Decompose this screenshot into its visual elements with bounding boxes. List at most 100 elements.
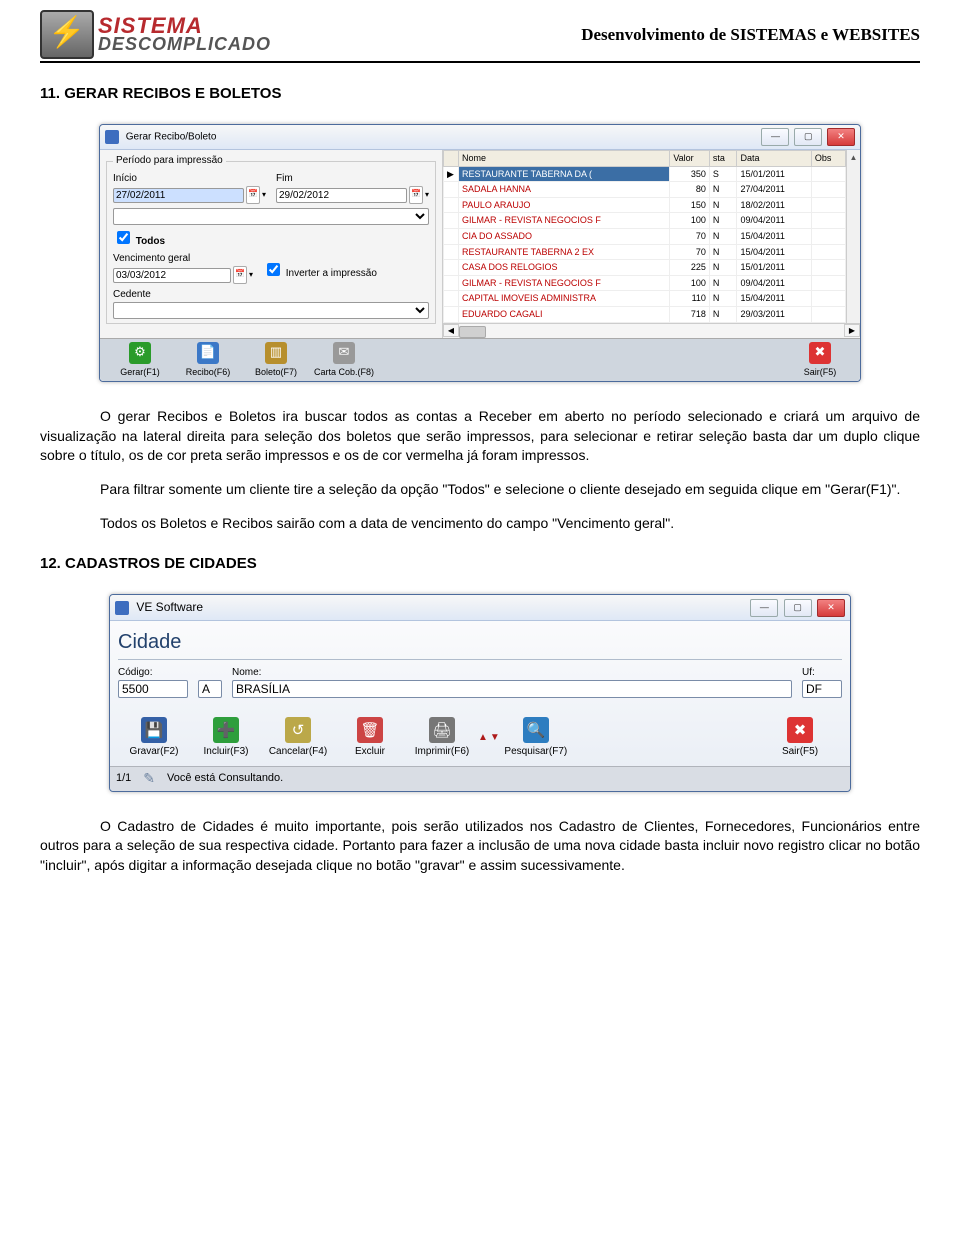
- close-icon: ✖: [787, 717, 813, 743]
- toolbar: ⚙Gerar(F1) 📄Recibo(F6) ▥Boleto(F7) ✉Cart…: [100, 338, 860, 382]
- venc-input[interactable]: [113, 268, 231, 283]
- maximize-button[interactable]: ▢: [794, 128, 822, 146]
- paragraph-1: O gerar Recibos e Boletos ira buscar tod…: [40, 407, 920, 466]
- paragraph-3: Todos os Boletos e Recibos sairão com a …: [40, 514, 920, 534]
- logo-bolt-icon: ⚡: [40, 10, 94, 59]
- inverter-checkbox[interactable]: [267, 263, 280, 276]
- table-row[interactable]: RESTAURANTE TABERNA 2 EX70N15/04/2011: [444, 244, 846, 260]
- delete-icon: 🗑: [357, 717, 383, 743]
- table-row[interactable]: CIA DO ASSADO70N15/04/2011: [444, 228, 846, 244]
- paragraph-2: Para filtrar somente um cliente tire a s…: [40, 480, 920, 500]
- column-header[interactable]: Valor: [670, 151, 710, 167]
- close-button[interactable]: ✕: [827, 128, 855, 146]
- close-icon: ✖: [809, 342, 831, 364]
- hscroll-thumb[interactable]: [459, 326, 486, 338]
- status-position: 1/1: [116, 771, 131, 786]
- add-icon: ➕: [213, 717, 239, 743]
- column-header[interactable]: Obs: [811, 151, 845, 167]
- excluir-button[interactable]: 🗑Excluir: [334, 713, 406, 759]
- cancel-icon: ↺: [285, 717, 311, 743]
- fim-input[interactable]: [276, 188, 407, 203]
- logo: ⚡ SISTEMA DESCOMPLICADO: [40, 10, 271, 59]
- window-gerar-recibo: Gerar Recibo/Boleto — ▢ ✕ Período para i…: [99, 124, 861, 382]
- gravar-button[interactable]: 💾Gravar(F2): [118, 713, 190, 759]
- app-icon: [115, 601, 129, 615]
- fim-dropdown-icon[interactable]: ▾: [425, 189, 429, 200]
- table-row[interactable]: PAULO ARAUJO150N18/02/2011: [444, 197, 846, 213]
- column-header[interactable]: sta: [709, 151, 737, 167]
- table-row[interactable]: SADALA HANNA80N27/04/2011: [444, 182, 846, 198]
- window-title: Gerar Recibo/Boleto: [126, 131, 217, 142]
- venc-calendar-icon[interactable]: 📅: [233, 266, 247, 284]
- recibo-button[interactable]: 📄Recibo(F6): [174, 342, 242, 379]
- todos-checkbox[interactable]: [117, 231, 130, 244]
- uf-input[interactable]: [802, 680, 842, 698]
- periodo-group: Período para impressão Início 📅 ▾ Fim: [106, 154, 436, 324]
- header-tagline: Desenvolvimento de SISTEMAS e WEBSITES: [581, 23, 920, 47]
- incluir-button[interactable]: ➕Incluir(F3): [190, 713, 262, 759]
- page-header: ⚡ SISTEMA DESCOMPLICADO Desenvolvimento …: [40, 10, 920, 63]
- pesquisar-button[interactable]: 🔍Pesquisar(F7): [500, 713, 572, 759]
- minimize-button[interactable]: —: [750, 599, 778, 617]
- codigo-extra-input[interactable]: [198, 680, 222, 698]
- column-header[interactable]: Nome: [459, 151, 670, 167]
- fim-calendar-icon[interactable]: 📅: [409, 186, 423, 204]
- venc-label: Vencimento geral: [113, 252, 253, 266]
- hscroll-right[interactable]: ▶: [844, 324, 860, 337]
- table-row[interactable]: EDUARDO CAGALI718N29/03/2011: [444, 306, 846, 322]
- hscroll-left[interactable]: ◀: [443, 324, 459, 337]
- app-icon: [105, 130, 119, 144]
- periodo-legend: Período para impressão: [113, 154, 226, 168]
- cliente-select[interactable]: [113, 208, 429, 225]
- cedente-label: Cedente: [113, 288, 429, 302]
- paragraph-4: O Cadastro de Cidades é muito importante…: [40, 817, 920, 876]
- nome-input[interactable]: [232, 680, 792, 698]
- gear-icon: ⚙: [129, 342, 151, 364]
- table-row[interactable]: GILMAR - REVISTA NEGOCIOS F100N09/04/201…: [444, 275, 846, 291]
- vscroll-up[interactable]: ▲: [846, 150, 860, 323]
- envelope-icon: ✉: [333, 342, 355, 364]
- column-header[interactable]: Data: [737, 151, 811, 167]
- inicio-dropdown-icon[interactable]: ▾: [262, 189, 266, 200]
- table-row[interactable]: CAPITAL IMOVEIS ADMINISTRA110N15/04/2011: [444, 291, 846, 307]
- carta-button[interactable]: ✉Carta Cob.(F8): [310, 342, 378, 379]
- gerar-button[interactable]: ⚙Gerar(F1): [106, 342, 174, 379]
- table-row[interactable]: GILMAR - REVISTA NEGOCIOS F100N09/04/201…: [444, 213, 846, 229]
- sair-button[interactable]: ✖Sair(F5): [786, 342, 854, 379]
- uf-label: Uf:: [802, 666, 842, 680]
- barcode-icon: ▥: [265, 342, 287, 364]
- section1-title: 11. GERAR RECIBOS E BOLETOS: [40, 83, 920, 104]
- venc-dropdown-icon[interactable]: ▾: [249, 269, 253, 280]
- boleto-button[interactable]: ▥Boleto(F7): [242, 342, 310, 379]
- cancelar-button[interactable]: ↺Cancelar(F4): [262, 713, 334, 759]
- minimize-button[interactable]: —: [761, 128, 789, 146]
- nome-label: Nome:: [232, 666, 792, 680]
- close-button[interactable]: ✕: [817, 599, 845, 617]
- window-cidade: VE Software — ▢ ✕ Cidade Código: Nome: U…: [109, 594, 851, 792]
- inicio-input[interactable]: [113, 188, 244, 203]
- save-icon: 💾: [141, 717, 167, 743]
- logo-text-bottom: DESCOMPLICADO: [98, 36, 271, 53]
- inicio-label: Início: [113, 172, 266, 186]
- window-title: VE Software: [136, 600, 203, 614]
- cedente-select[interactable]: [113, 302, 429, 319]
- codigo-input[interactable]: [118, 680, 188, 698]
- filter-panel: Período para impressão Início 📅 ▾ Fim: [100, 150, 443, 338]
- status-message: Você está Consultando.: [167, 771, 283, 786]
- inicio-calendar-icon[interactable]: 📅: [246, 186, 260, 204]
- imprimir-button[interactable]: 🖨Imprimir(F6): [406, 713, 478, 759]
- fim-label: Fim: [276, 172, 429, 186]
- nav-arrows[interactable]: ▲▼: [478, 729, 500, 743]
- form-title: Cidade: [118, 625, 842, 660]
- sair-button[interactable]: ✖Sair(F5): [764, 713, 836, 759]
- recibos-table[interactable]: NomeValorstaDataObs ▶RESTAURANTE TABERNA…: [443, 150, 846, 323]
- titlebar: Gerar Recibo/Boleto — ▢ ✕: [100, 125, 860, 150]
- titlebar-cidade: VE Software — ▢ ✕: [110, 595, 850, 621]
- table-row[interactable]: ▶RESTAURANTE TABERNA DA (350S15/01/2011: [444, 166, 846, 182]
- table-row[interactable]: CASA DOS RELOGIOS225N15/01/2011: [444, 260, 846, 276]
- maximize-button[interactable]: ▢: [784, 599, 812, 617]
- logo-text-top: SISTEMA: [98, 16, 271, 37]
- document-icon: 📄: [197, 342, 219, 364]
- status-bar: 1/1 ✎ Você está Consultando.: [110, 766, 850, 791]
- print-icon: 🖨: [429, 717, 455, 743]
